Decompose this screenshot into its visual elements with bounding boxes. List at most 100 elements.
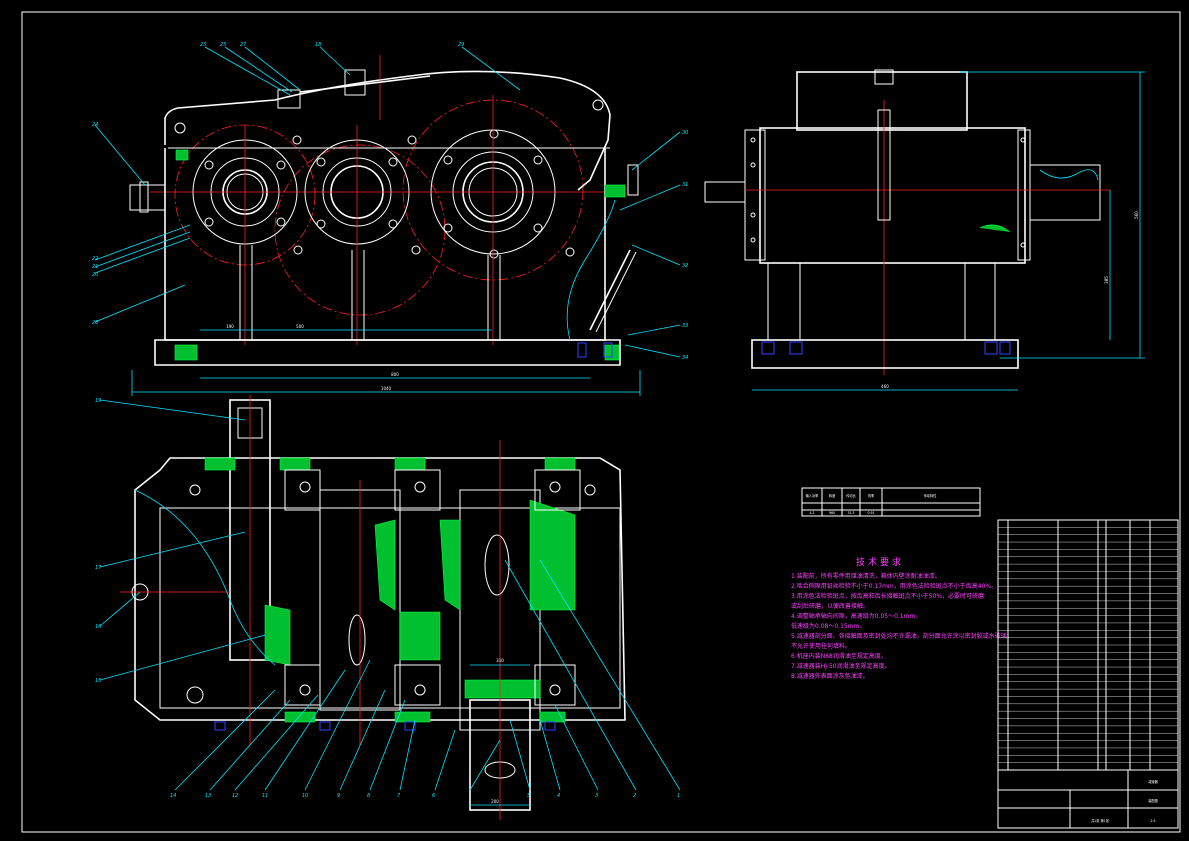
plan-bolts	[131, 481, 596, 704]
label-front-right-2: 32	[682, 263, 688, 269]
side-view: 460 560 385	[704, 69, 1145, 391]
label-plan-bottom-5: 9	[337, 793, 340, 799]
label-plan-bottom-11: 3	[595, 793, 598, 799]
side-bolts	[750, 137, 1026, 248]
plan-oil-curve	[134, 489, 276, 666]
label-front-right-4: 34	[682, 355, 688, 361]
plan-view: 310 200 19 17 16 15 14 13 12 11 10 9 8 7…	[95, 395, 681, 820]
title-block-scale: 1:5	[1150, 819, 1155, 823]
label-plan-bottom-8: 6	[432, 793, 435, 799]
shaft-break-line	[1039, 169, 1099, 181]
front-leaders	[94, 46, 681, 358]
oil-dipstick	[589, 249, 631, 331]
label-plan-bottom-9: 5	[527, 793, 530, 799]
label-front-top-4: 29	[458, 42, 464, 48]
label-plan-bottom-2: 12	[232, 793, 238, 799]
tech-item-5: 5.减速器剖分面、各接触面及密封处均不许漏油，剖分面允许涂以密封胶或水玻璃，	[791, 632, 1013, 640]
title-block: 减速器 装配图 1:5 共1张 第1张	[997, 769, 1179, 829]
lower-housing	[164, 148, 606, 341]
parts-list	[997, 519, 1179, 771]
param-header-4: 传动特性	[924, 493, 938, 498]
plan-output-keyway	[484, 534, 510, 596]
title-block-material: 装配图	[1148, 798, 1158, 803]
label-plan-bottom-10: 4	[557, 793, 560, 799]
side-legs	[767, 263, 996, 341]
dim-base-mid: 500	[296, 324, 304, 329]
label-front-top-0: 23	[200, 42, 206, 48]
tech-item-5b: 不允许使用任何填料。	[791, 642, 851, 650]
side-hatch	[979, 224, 1011, 233]
label-front-left-1: 22	[92, 256, 98, 262]
title-block-sheet: 共1张 第1张	[1091, 818, 1110, 823]
label-plan-left-1: 17	[95, 565, 102, 571]
tech-item-8: 8.减速器外表面涂灰色油漆。	[791, 672, 869, 680]
side-cover-top	[796, 71, 968, 131]
dim-side-width: 460	[881, 384, 889, 389]
dim-base-inner: 190	[226, 324, 234, 329]
label-plan-bottom-13: 1	[677, 793, 680, 799]
label-plan-left-0: 19	[95, 398, 101, 404]
tech-item-3b: 或刮后研磨，以便改善接触。	[791, 602, 869, 610]
side-output-shaft	[1029, 164, 1101, 221]
label-front-right-0: 30	[682, 130, 688, 136]
section-hatches-front	[174, 149, 626, 361]
drawing-canvas: 1040 800 190 500 23 25 27 18 29 24 22 21…	[21, 11, 1181, 833]
dim-total-length: 1040	[381, 386, 392, 391]
tech-item-2: 2.啮合侧隙用铅丝检验不小于0.17mm，用涂色法检验斑点不小于齿高40%。	[791, 582, 997, 590]
plan-gear-hatches	[204, 457, 576, 723]
label-plan-bottom-1: 13	[205, 793, 211, 799]
label-plan-bottom-6: 8	[367, 793, 370, 799]
plan-blue-bolts	[214, 721, 556, 731]
label-plan-bottom-4: 10	[302, 793, 308, 799]
param-value-0: 4.2	[809, 511, 814, 515]
tech-item-1: 1.装配前，所有零件用煤油清洗，箱体内壁涂耐油油漆。	[791, 572, 941, 580]
label-front-left-4: 26	[92, 320, 98, 326]
param-value-3: 0.91	[867, 511, 874, 515]
tech-item-6: 6.机座内装N68润滑油至规定高度。	[791, 652, 887, 660]
label-front-top-3: 18	[315, 42, 321, 48]
label-plan-left-2: 16	[95, 624, 101, 630]
tech-item-7: 7.减速器装HJ-50润滑油至规定高度。	[791, 662, 891, 670]
tech-item-4: 4.调整轴承轴向间隙，高速级为0.05～0.1mm。	[791, 612, 921, 620]
label-plan-bottom-12: 2	[633, 793, 636, 799]
label-front-top-1: 25	[220, 42, 226, 48]
label-front-right-3: 33	[682, 323, 688, 329]
front-centerlines	[150, 55, 620, 345]
tech-item-4b: 低速级为0.08～0.15mm。	[791, 622, 865, 630]
parameter-table: 输入功率 转速 传动比 效率 传动特性 4.2 960 31.5 0.91	[801, 487, 981, 517]
label-plan-bottom-3: 11	[262, 793, 268, 799]
label-front-left-3: 20	[92, 272, 98, 278]
tech-title: 技术要求	[856, 556, 904, 568]
label-front-top-2: 27	[240, 42, 247, 48]
ribs	[239, 245, 501, 340]
label-plan-left-3: 15	[95, 678, 101, 684]
param-header-1: 转速	[829, 493, 836, 498]
technical-requirements: 技术要求 1.装配前，所有零件用煤油清洗，箱体内壁涂耐油油漆。 2.啮合侧隙用铅…	[791, 556, 1013, 680]
dim-shaft-2: 200	[491, 799, 499, 804]
label-plan-bottom-7: 7	[397, 793, 401, 799]
param-header-0: 输入功率	[806, 493, 820, 498]
label-front-left-2: 21	[92, 264, 98, 270]
oil-level-curve	[566, 199, 616, 341]
label-front-right-1: 31	[682, 182, 688, 188]
side-input-shaft	[704, 181, 746, 203]
gear-pitch-circle-2	[274, 144, 446, 316]
param-value-2: 31.5	[847, 511, 854, 515]
dim-bolt-span: 800	[391, 372, 399, 377]
param-header-3: 效率	[868, 493, 875, 498]
dim-center-height: 385	[1104, 276, 1109, 284]
title-block-title: 减速器	[1148, 779, 1158, 784]
tech-item-3: 3.用涂色法检验斑点，按齿高和齿长接触斑点不小于50%，必要时可研磨	[791, 592, 984, 600]
oil-dipstick-edge	[595, 251, 637, 333]
side-dimension-lines	[752, 71, 1145, 391]
label-front-left-0: 24	[92, 122, 98, 128]
front-view: 1040 800 190 500 23 25 27 18 29 24 22 21…	[92, 42, 688, 396]
param-header-2: 传动比	[846, 493, 856, 498]
plan-mid-keyway	[348, 614, 366, 666]
side-base-bolts	[761, 341, 1011, 355]
base-flange	[154, 339, 621, 366]
stub-key	[139, 181, 149, 213]
dim-shaft: 310	[496, 658, 504, 663]
sheet-border	[21, 11, 1181, 833]
side-housing	[759, 127, 1026, 264]
